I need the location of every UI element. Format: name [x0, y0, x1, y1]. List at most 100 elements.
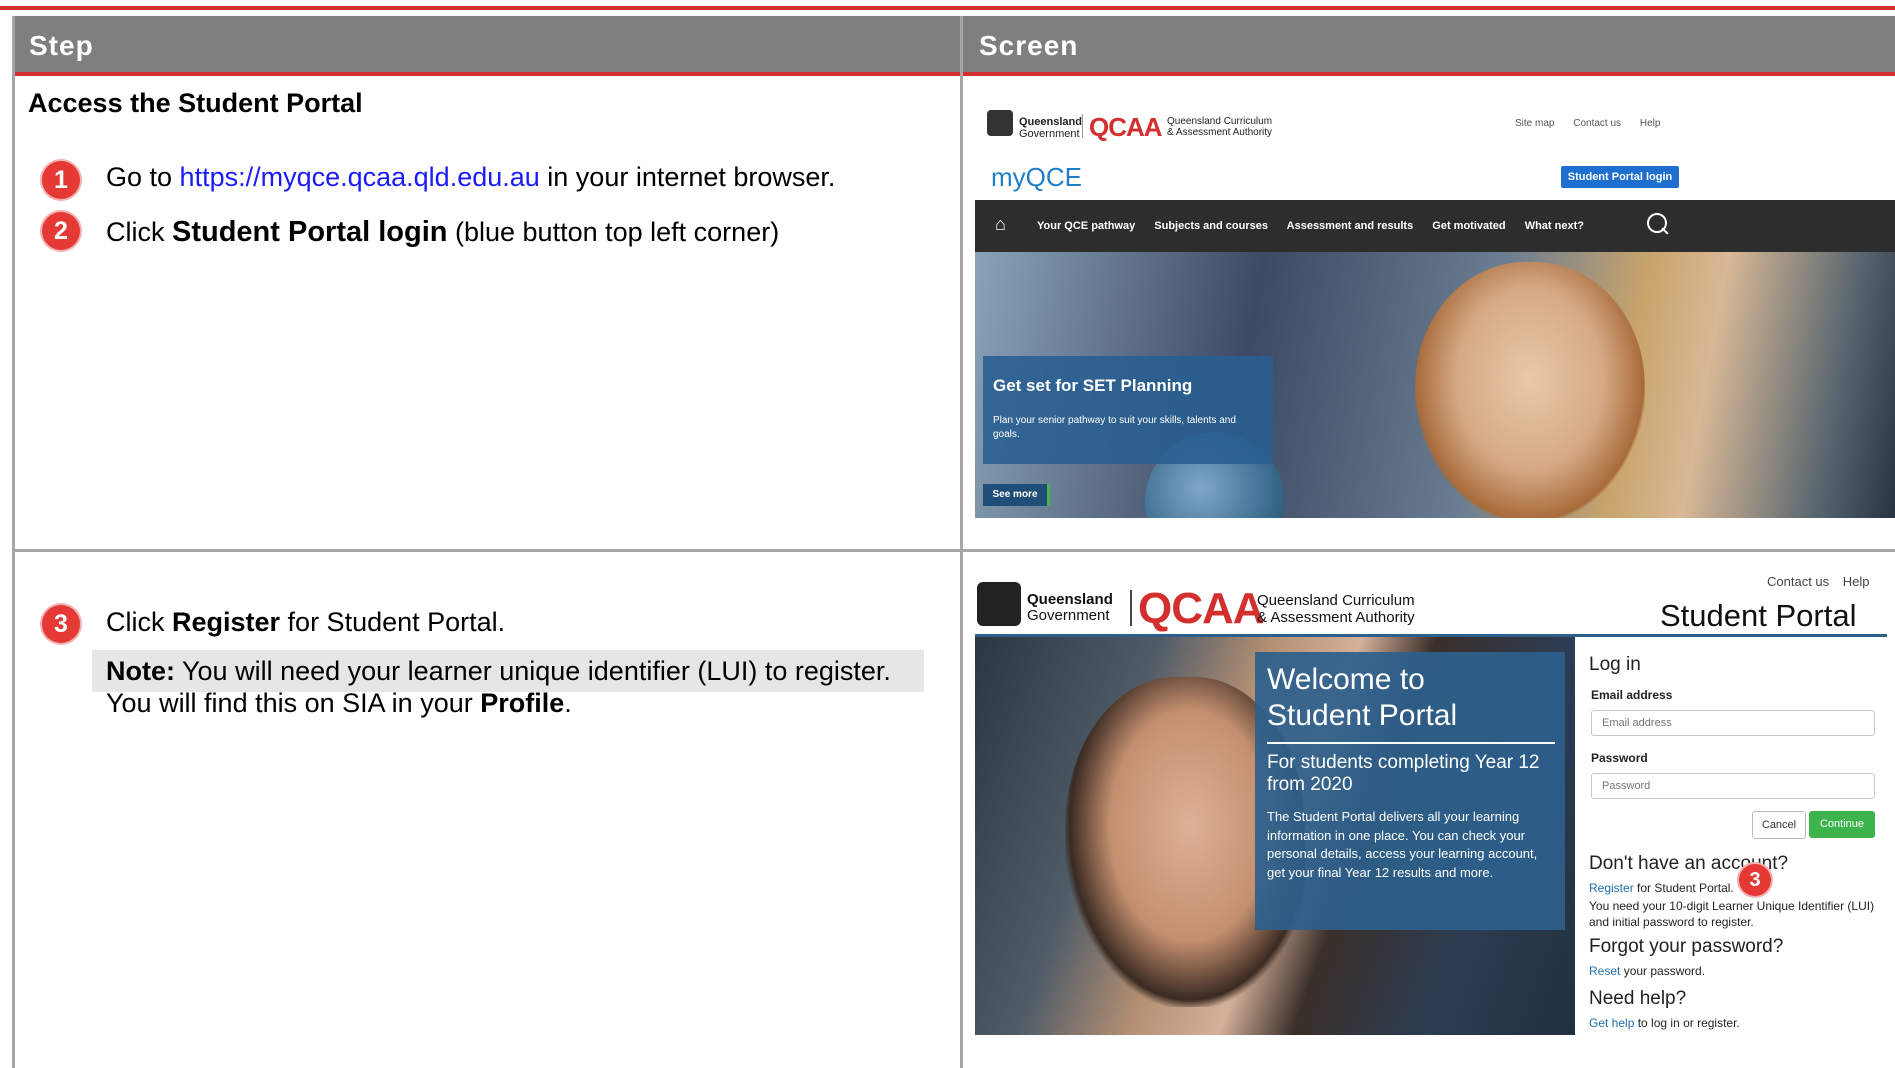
contact-us-link[interactable]: Contact us: [1573, 118, 1621, 129]
step-3-post: for Student Portal.: [280, 607, 506, 637]
student-portal-login-button[interactable]: Student Portal login: [1561, 166, 1679, 188]
header-underline: [13, 72, 1895, 76]
promo-card: Get set for SET Planning Plan your senio…: [983, 356, 1273, 464]
gov-line-1: Queensland: [1027, 591, 1113, 608]
table-left-border: [12, 16, 15, 1068]
qcaa-subtitle: Queensland Curriculum & Assessment Autho…: [1167, 116, 1272, 138]
welcome-body: The Student Portal delivers all your lea…: [1267, 809, 1538, 880]
qld-crest-icon: [987, 110, 1013, 136]
welcome-title-1: Welcome to: [1267, 663, 1425, 696]
help-line: Get help to log in or register.: [1589, 1016, 1740, 1030]
note-line2-bold: Profile: [480, 688, 565, 718]
myqce-screenshot: Queensland Government QCAA Queensland Cu…: [975, 96, 1895, 518]
continue-button[interactable]: Continue: [1809, 811, 1875, 838]
step-1-text: Go to https://myqce.qcaa.qld.edu.au in y…: [106, 162, 835, 193]
step-2-bold: Student Portal login: [172, 216, 448, 248]
student-photo: [1415, 262, 1645, 518]
screen-column-header: Screen: [963, 16, 1895, 72]
portal-title: Student Portal: [1660, 598, 1857, 633]
student-portal-screenshot: Contact us Help Queensland Government QC…: [975, 568, 1895, 1068]
step-2-badge: 2: [42, 212, 80, 250]
promo-text: Plan your senior pathway to suit your sk…: [993, 415, 1236, 440]
lui-text: You need your 10-digit Learner Unique Id…: [1589, 899, 1875, 929]
qcaa-sub-1: Queensland Curriculum: [1257, 592, 1415, 609]
nav-items: Your QCE pathway Subjects and courses As…: [1037, 220, 1584, 232]
email-label: Email address: [1591, 688, 1673, 702]
register-rest: for Student Portal.: [1633, 881, 1734, 895]
welcome-subtitle: For students completing Year 12 from 202…: [1267, 752, 1540, 795]
table-row-divider: [12, 549, 1895, 552]
main-nav: ⌂ Your QCE pathway Subjects and courses …: [975, 200, 1895, 252]
myqce-brand[interactable]: myQCE: [991, 162, 1082, 193]
nav-assessment[interactable]: Assessment and results: [1287, 220, 1414, 232]
email-field[interactable]: [1591, 710, 1875, 736]
nav-motivated[interactable]: Get motivated: [1432, 220, 1505, 232]
reset-line: Reset your password.: [1589, 964, 1705, 978]
step-2-post: (blue button top left corner): [447, 217, 780, 247]
step-1-post: in your internet browser.: [539, 162, 836, 192]
gov-line-2: Government: [1027, 607, 1110, 624]
qcaa-logo: QCAA: [1138, 584, 1265, 633]
register-link[interactable]: Register: [1589, 881, 1634, 895]
section-title: Access the Student Portal: [28, 88, 363, 118]
myqce-url-link[interactable]: https://myqce.qcaa.qld.edu.au: [180, 162, 540, 192]
need-help-heading: Need help?: [1589, 988, 1687, 1009]
home-icon[interactable]: ⌂: [995, 214, 1006, 235]
reset-rest: your password.: [1620, 964, 1706, 978]
qcaa-sub-1: Queensland Curriculum: [1167, 116, 1273, 127]
note-line2-pre: You will find this on SIA in your: [106, 688, 481, 718]
qld-gov-logo: Queensland Government: [1019, 116, 1082, 140]
qcaa-sub-2: & Assessment Authority: [1257, 609, 1415, 626]
portal-top-links: Contact us Help: [1767, 574, 1870, 589]
welcome-title: Welcome to Student Portal: [1267, 662, 1457, 734]
note-text: You will need your learner unique identi…: [175, 656, 891, 686]
logo-divider: [1082, 114, 1083, 138]
gov-line-1: Queensland: [1019, 116, 1082, 128]
step-2-pre: Click: [106, 217, 172, 247]
note-line-1: Note: You will need your learner unique …: [106, 656, 891, 687]
note-label: Note:: [106, 656, 175, 686]
forgot-heading: Forgot your password?: [1589, 936, 1784, 957]
qcaa-subtitle: Queensland Curriculum & Assessment Autho…: [1257, 592, 1415, 626]
top-links: Site map Contact us Help: [1515, 118, 1660, 129]
portal-contact-link[interactable]: Contact us: [1767, 574, 1829, 589]
reset-link[interactable]: Reset: [1589, 964, 1620, 978]
qld-crest-icon: [977, 582, 1021, 626]
login-heading: Log in: [1589, 654, 1641, 675]
note-line2-post: .: [564, 688, 572, 718]
step-1-pre: Go to: [106, 162, 180, 192]
help-rest: to log in or register.: [1634, 1016, 1740, 1030]
qcaa-sub-2: & Assessment Authority: [1167, 127, 1273, 138]
table-column-divider: [960, 16, 963, 1068]
step-3-bold: Register: [172, 607, 281, 637]
site-map-link[interactable]: Site map: [1515, 118, 1554, 129]
step-2-text: Click Student Portal login (blue button …: [106, 216, 779, 249]
qld-gov-logo: Queensland Government: [1027, 592, 1113, 624]
top-rule: [0, 6, 1895, 10]
step-column-header: Step: [13, 16, 960, 72]
password-field[interactable]: [1591, 773, 1875, 799]
nav-subjects[interactable]: Subjects and courses: [1154, 220, 1268, 232]
portal-help-link[interactable]: Help: [1843, 574, 1870, 589]
promo-title: Get set for SET Planning: [993, 376, 1193, 395]
welcome-card: Welcome to Student Portal For students c…: [1255, 652, 1565, 930]
logo-divider: [1130, 590, 1132, 626]
see-more-button[interactable]: See more: [983, 484, 1050, 506]
help-link[interactable]: Help: [1640, 118, 1661, 129]
nav-qce-pathway[interactable]: Your QCE pathway: [1037, 220, 1135, 232]
welcome-rule: [1267, 742, 1555, 744]
welcome-title-2: Student Portal: [1267, 699, 1458, 732]
cancel-button[interactable]: Cancel: [1752, 811, 1806, 839]
step-3-badge: 3: [42, 605, 80, 643]
step-1-badge: 1: [42, 161, 80, 199]
step-3-text: Click Register for Student Portal.: [106, 607, 505, 638]
qcaa-logo: QCAA: [1089, 112, 1163, 142]
step-3-pre: Click: [106, 607, 172, 637]
nav-what-next[interactable]: What next?: [1525, 220, 1584, 232]
note-line-2: You will find this on SIA in your Profil…: [106, 688, 572, 719]
step-3-callout-badge: 3: [1739, 864, 1771, 896]
password-label: Password: [1591, 751, 1648, 765]
gov-line-2: Government: [1019, 128, 1080, 140]
register-line: Register for Student Portal.: [1589, 881, 1734, 895]
get-help-link[interactable]: Get help: [1589, 1016, 1634, 1030]
